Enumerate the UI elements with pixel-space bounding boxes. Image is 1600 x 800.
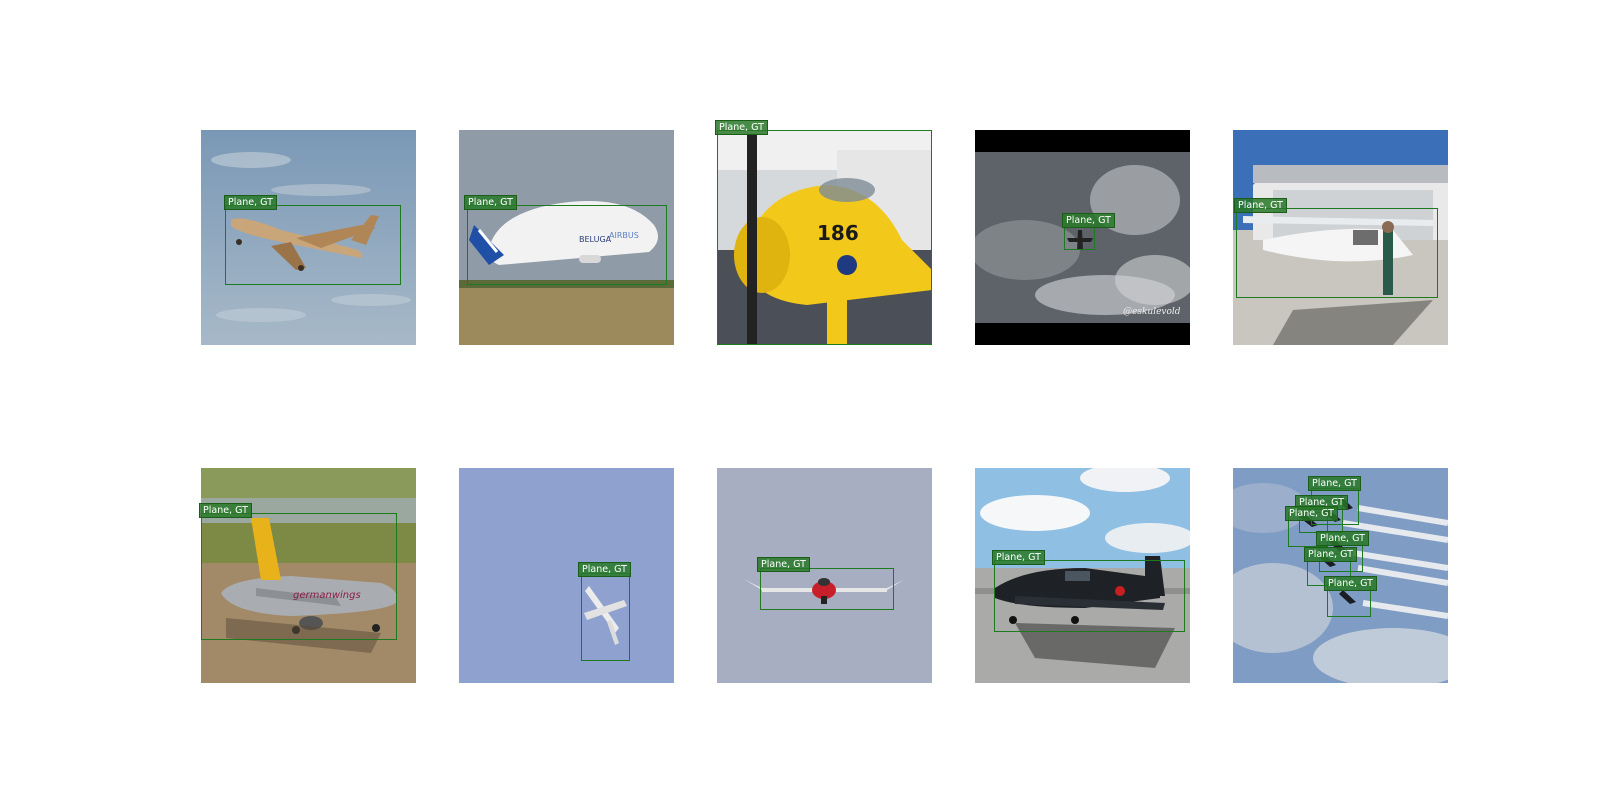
photo-tan-jet	[201, 130, 416, 345]
image-panel-4: @eskulevold Plane, GT	[975, 130, 1190, 345]
image-panel-1: Plane, GT	[201, 130, 416, 345]
watermark: @eskulevold	[1123, 307, 1181, 317]
photo-white-plane-banking	[459, 468, 674, 683]
photo-jet-formation	[1233, 468, 1448, 683]
image-panel-3: 186 Plane, GT	[715, 120, 932, 345]
image-panel-8: Plane, GT	[717, 468, 932, 683]
photo-cloud-plane: @eskulevold	[975, 130, 1190, 345]
svg-text:186: 186	[817, 221, 859, 245]
image-panel-2: BELUGA AIRBUS Plane, GT	[459, 130, 674, 345]
image-panel-10: Plane, GT Plane, GT Plane, GT Plane, GT …	[1233, 468, 1448, 683]
photo-germanwings: germanwings	[201, 468, 416, 683]
photo-dark-plane	[975, 468, 1190, 683]
svg-text:AIRBUS: AIRBUS	[609, 231, 639, 240]
image-panel-6: germanwings Plane, GT	[199, 468, 416, 683]
image-panel-7: Plane, GT	[459, 468, 674, 683]
image-panel-9: Plane, GT	[975, 468, 1190, 683]
svg-text:BELUGA: BELUGA	[579, 235, 612, 244]
photo-cessna	[1233, 130, 1448, 345]
photo-beluga: BELUGA AIRBUS	[459, 130, 674, 345]
image-panel-5: Plane, GT	[1233, 130, 1448, 345]
aircraft-livery-text: germanwings	[293, 590, 361, 601]
photo-yellow-trainer: 186	[717, 130, 932, 345]
photo-plane-head-on	[717, 468, 932, 683]
